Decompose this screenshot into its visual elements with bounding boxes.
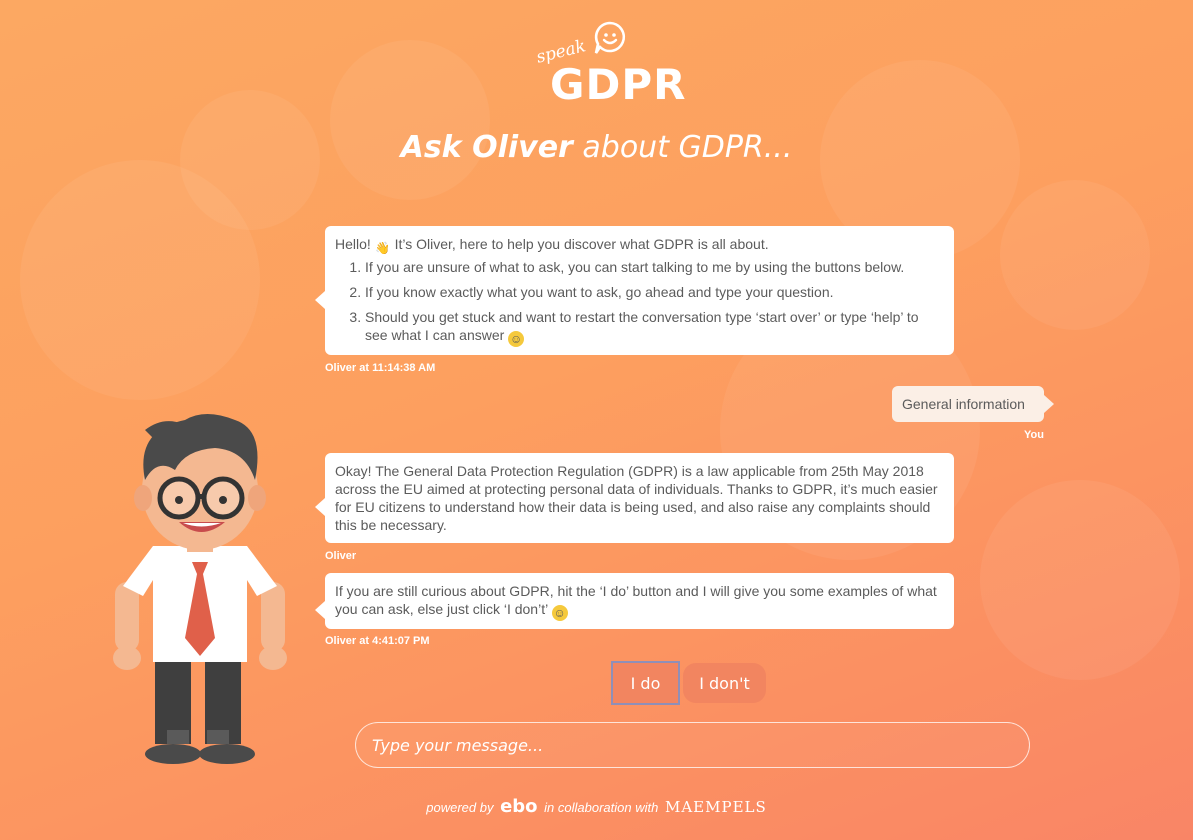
list-item: If you are unsure of what to ask, you ca… — [365, 258, 942, 276]
maempels-logo: MAEMPELS — [664, 798, 767, 816]
footer: powered by ebo in collaboration with MAE… — [0, 796, 1193, 817]
powered-by-text: powered by — [426, 800, 494, 815]
list-item-text: Should you get stuck and want to restart… — [365, 309, 919, 343]
grinning-icon: ☺ — [551, 605, 568, 621]
welcome-greeting: Hello! — [335, 236, 371, 252]
bot-message-prompt: If you are still curious about GDPR, hit… — [315, 573, 954, 629]
user-message: General information — [892, 386, 1054, 422]
prompt-text: If you are still curious about GDPR, hit… — [335, 583, 937, 617]
page-title: Ask Oliver about GDPR... — [0, 130, 1193, 165]
logo-gdpr-text: GDPR — [550, 60, 687, 109]
waving-hand-icon: 👋 — [375, 241, 391, 255]
message-meta: Oliver at 11:14:38 AM — [325, 362, 436, 374]
smiley-icon: ☺ — [508, 331, 525, 347]
list-item: Should you get stuck and want to restart… — [365, 308, 942, 347]
message-input-container — [355, 722, 1030, 768]
logo: speak GDPR — [530, 20, 685, 109]
message-meta-you: You — [1024, 429, 1044, 441]
info-text: Okay! The General Data Protection Regula… — [335, 463, 938, 533]
title-rest: about GDPR... — [572, 130, 793, 165]
welcome-list: If you are unsure of what to ask, you ca… — [335, 258, 942, 347]
title-bold: Ask Oliver — [400, 130, 573, 165]
bot-message-welcome: Hello! 👋 It’s Oliver, here to help you d… — [315, 226, 954, 355]
collab-text: in collaboration with — [544, 800, 659, 815]
i-dont-button[interactable]: I don't — [683, 663, 766, 703]
user-message-text: General information — [902, 396, 1025, 412]
i-do-button[interactable]: I do — [611, 661, 680, 705]
oliver-avatar — [113, 414, 287, 764]
list-item: If you know exactly what you want to ask… — [365, 283, 942, 301]
message-meta: Oliver at 4:41:07 PM — [325, 635, 430, 647]
welcome-greeting-rest: It’s Oliver, here to help you discover w… — [390, 236, 769, 252]
message-meta: Oliver — [325, 550, 357, 562]
chat-smiley-icon — [594, 21, 626, 54]
ebo-logo: ebo — [500, 796, 538, 817]
message-input[interactable] — [356, 723, 1029, 767]
bot-message-info: Okay! The General Data Protection Regula… — [315, 453, 954, 543]
